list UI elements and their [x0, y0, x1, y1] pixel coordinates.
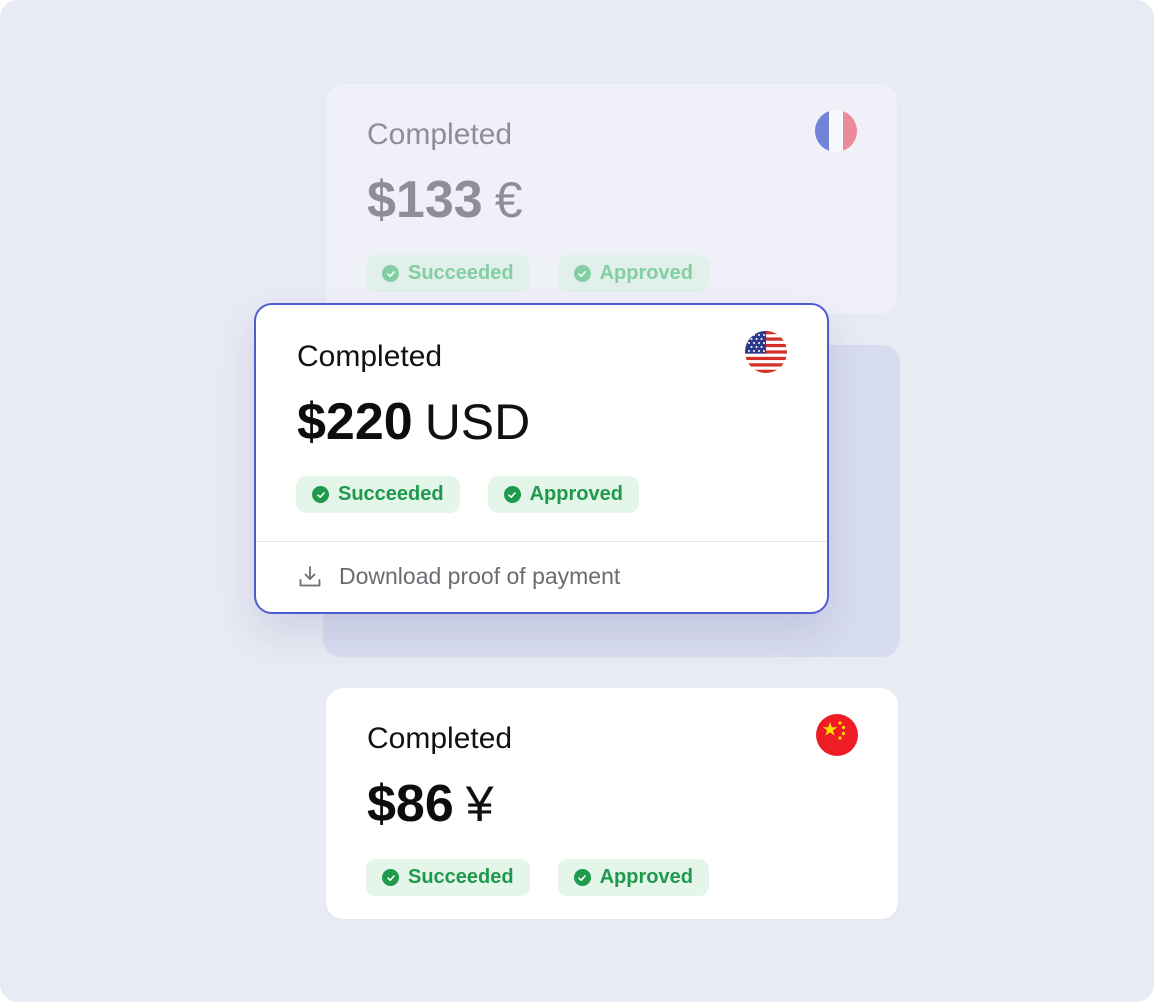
approved-badge: Approved	[557, 255, 709, 292]
succeeded-badge: Succeeded	[366, 255, 530, 292]
check-circle-icon	[312, 486, 329, 503]
check-circle-icon	[382, 869, 399, 886]
badge-label: Approved	[529, 483, 623, 505]
amount-currency: USD	[424, 394, 531, 450]
amount-currency: ¥	[465, 776, 494, 832]
badge-label: Succeeded	[338, 483, 444, 505]
payment-status: Completed	[297, 340, 443, 373]
usa-flag-icon	[745, 331, 787, 373]
france-flag-icon	[815, 110, 857, 152]
succeeded-badge: Succeeded	[366, 859, 530, 896]
succeeded-badge: Succeeded	[296, 476, 460, 513]
payment-amount: $86 ¥	[367, 776, 494, 845]
card-divider	[256, 541, 827, 542]
approved-badge: Approved	[557, 859, 709, 896]
payment-card-cny[interactable]: Completed $86 ¥ Succeeded Approved	[325, 687, 899, 920]
payment-card-usd[interactable]: Completed $220 USD Succeeded Approved Do…	[254, 303, 829, 614]
status-badges: Succeeded Approved	[366, 255, 709, 292]
china-flag-icon	[816, 714, 858, 756]
amount-value: $220	[297, 393, 413, 451]
check-circle-icon	[573, 265, 591, 282]
approved-badge: Approved	[487, 476, 639, 513]
download-proof-link[interactable]: Download proof of payment	[297, 563, 620, 590]
amount-value: $86	[367, 775, 454, 833]
status-badges: Succeeded Approved	[366, 859, 709, 896]
badge-label: Approved	[599, 262, 693, 284]
download-label: Download proof of payment	[339, 563, 621, 589]
badge-label: Succeeded	[408, 262, 514, 284]
check-circle-icon	[573, 869, 591, 886]
status-badges: Succeeded Approved	[296, 476, 639, 513]
check-circle-icon	[382, 265, 399, 282]
amount-currency: €	[494, 172, 523, 228]
payment-card-eur[interactable]: Completed $133 € Succeeded Approved	[325, 83, 898, 315]
check-circle-icon	[503, 486, 521, 503]
payment-amount: $220 USD	[297, 394, 530, 463]
canvas: Completed $133 € Succeeded Approved Comp…	[0, 0, 1154, 1002]
download-icon	[299, 565, 321, 586]
payment-status: Completed	[367, 722, 513, 755]
payment-status: Completed	[367, 118, 513, 151]
payment-amount: $133 €	[367, 172, 523, 241]
amount-value: $133	[367, 171, 483, 229]
badge-label: Succeeded	[408, 866, 514, 888]
badge-label: Approved	[599, 866, 693, 888]
